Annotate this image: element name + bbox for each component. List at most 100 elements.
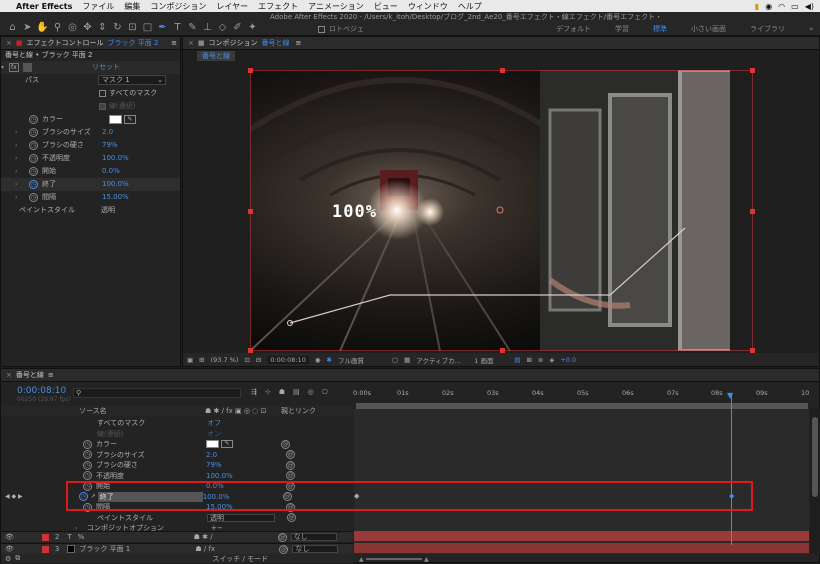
path-dropdown[interactable]: マスク 1 ⌄ (98, 75, 166, 86)
label-color-swatch[interactable] (41, 533, 49, 541)
timeline-search-input[interactable]: ⚲ (73, 388, 241, 398)
roi-icon[interactable]: ▢ (392, 356, 398, 364)
layer-name[interactable]: ブラック 平面 1 (79, 544, 195, 554)
menu-effect[interactable]: エフェクト (258, 1, 298, 12)
channel-icon[interactable]: ✱ (327, 356, 332, 364)
stopwatch-icon[interactable]: ◷ (83, 460, 92, 470)
shy-icon[interactable]: ☗ (279, 388, 285, 396)
safe-zone-icon[interactable]: ⊞ (199, 356, 204, 364)
wifi-icon[interactable]: ◠ (778, 2, 785, 11)
grid-icon[interactable]: ⊡ (244, 356, 249, 364)
stopwatch-icon[interactable]: ◷ (29, 127, 38, 137)
playhead[interactable] (731, 395, 732, 545)
camera-icon[interactable]: ◉ (315, 356, 321, 364)
handle-tl[interactable] (248, 68, 253, 73)
ec-value-end[interactable]: 100.0% (102, 180, 129, 188)
eyedropper-icon[interactable]: ✎ (124, 114, 136, 124)
flowchart-icon[interactable]: ⊛ (538, 356, 543, 364)
expression-pick-icon[interactable]: @ (286, 450, 295, 460)
shield-icon[interactable]: ▮ (755, 2, 759, 11)
ws-standard[interactable]: 標準 (653, 24, 667, 34)
time-ruler[interactable]: 0:00s 01s 02s 03s 04s 05s 06s 07s 08s 09… (353, 389, 815, 403)
ec-value-opacity[interactable]: 100.0% (102, 154, 129, 162)
graph-editor-icon[interactable]: ⎔ (322, 388, 328, 396)
scrollbar-thumb[interactable] (812, 417, 818, 497)
tl-value[interactable]: 2.0 (206, 451, 286, 459)
eraser-tool-icon[interactable]: ◇ (216, 22, 229, 33)
ec-value-start[interactable]: 0.0% (102, 167, 120, 175)
menu-view[interactable]: ビュー (374, 1, 398, 12)
parent-dropdown[interactable]: なし (292, 545, 339, 553)
stopwatch-icon[interactable]: ◷ (29, 114, 38, 124)
keyframe-nav-icon[interactable]: ◀ ◆ ▶ (5, 493, 23, 500)
layer-bounds[interactable] (248, 68, 755, 353)
expand-icon[interactable]: › (15, 194, 23, 201)
selection-tool-icon[interactable]: ➤ (21, 22, 34, 33)
ec-value-paint-style[interactable]: 透明 (101, 205, 115, 215)
tl-value[interactable]: 79% (206, 461, 286, 469)
comp-subtab[interactable]: 番号と線 (197, 51, 235, 61)
hand-tool-icon[interactable]: ✋ (36, 22, 49, 33)
expression-pick-icon[interactable]: @ (286, 471, 295, 481)
views-dropdown[interactable]: 1 画面 (474, 355, 508, 365)
menu-composition[interactable]: コンポジション (150, 1, 206, 12)
exposure-value[interactable]: +0.0 (560, 356, 576, 364)
menu-window[interactable]: ウィンドウ (408, 1, 448, 12)
stopwatch-icon[interactable]: ◷ (83, 439, 92, 449)
draft-3d-icon[interactable]: ⊹ (265, 388, 271, 396)
menu-layer[interactable]: レイヤー (216, 1, 248, 12)
tl-color-swatch[interactable] (206, 440, 219, 449)
stroke-seq-checkbox[interactable] (99, 102, 106, 110)
menu-help[interactable]: ヘルプ (458, 1, 482, 12)
col-source-name[interactable]: ソース名 (79, 406, 205, 416)
quality-dropdown[interactable]: フル画質 (338, 355, 386, 365)
camera-dropdown[interactable]: アクティブカ... (416, 355, 468, 365)
layer-bar-2[interactable] (354, 531, 809, 541)
stopwatch-active-icon[interactable]: ◷ (29, 179, 38, 189)
clone-tool-icon[interactable]: ⊥ (201, 22, 214, 33)
preview-icon[interactable]: ▣ (187, 356, 193, 364)
close-icon[interactable]: × (188, 39, 194, 47)
transparency-icon[interactable]: ▦ (404, 356, 410, 364)
ec-value-brush-size[interactable]: 2.0 (102, 128, 113, 136)
layer-row-2[interactable]: 👁 2 T % ☗ ✱ ∕ @ なし (1, 531, 353, 542)
handle-tm[interactable] (500, 68, 505, 73)
tl-value[interactable]: 100.0% (206, 472, 286, 480)
eyedropper-icon[interactable]: ✎ (221, 440, 233, 449)
rotate-tool-icon[interactable]: ↻ (111, 22, 124, 33)
layer-name[interactable]: % (78, 533, 194, 541)
stopwatch-icon[interactable]: ◷ (83, 471, 92, 481)
pan-tool-icon[interactable]: ✥ (81, 22, 94, 33)
zoom-slider[interactable]: ▲ ▲ (359, 555, 439, 563)
zoom-readout[interactable]: (93.7 %) (211, 356, 239, 364)
stopwatch-icon[interactable]: ◷ (29, 166, 38, 176)
menu-animation[interactable]: アニメーション (308, 1, 364, 12)
orbit-tool-icon[interactable]: ◎ (66, 22, 79, 33)
menu-app[interactable]: After Effects (16, 2, 72, 11)
effect-controls-tab[interactable]: × ■ エフェクトコントロール ブラック 平面 2 ≡ (1, 37, 180, 50)
ws-learn[interactable]: 学習 (615, 24, 629, 34)
pick-whip-icon[interactable]: @ (279, 544, 289, 554)
lock-icon[interactable]: ■ (16, 39, 23, 47)
layer-bar-3[interactable] (354, 543, 809, 553)
fx-icon[interactable]: fx (9, 62, 19, 72)
render-time-icon[interactable]: ⚙ (5, 555, 11, 563)
expand-icon[interactable]: › (15, 142, 23, 149)
menu-icon[interactable]: ≡ (48, 371, 54, 379)
layer-switches-icon[interactable]: ☗ ✱ ∕ (194, 533, 278, 541)
paint-style-dropdown[interactable]: 透明 (207, 513, 275, 522)
puppet-tool-icon[interactable]: ✦ (246, 22, 259, 33)
layout-icon[interactable]: ▤ (514, 356, 520, 364)
battery-icon[interactable]: ◉ (765, 2, 772, 11)
shape-tool-icon[interactable]: □ (141, 22, 154, 33)
ws-libraries[interactable]: ライブラリ (750, 24, 785, 34)
pen-tool-icon[interactable]: ✒ (156, 22, 169, 33)
stopwatch-icon[interactable]: ◷ (83, 450, 92, 460)
3d-icon[interactable]: ⊠ (526, 356, 531, 364)
handle-ml[interactable] (248, 209, 253, 214)
menu-icon[interactable]: ≡ (296, 39, 302, 47)
type-tool-icon[interactable]: T (171, 22, 184, 33)
anchor-tool-icon[interactable]: ⊡ (126, 22, 139, 33)
volume-icon[interactable]: ◀) (805, 2, 814, 11)
frame-blend-icon[interactable]: ▤ (293, 388, 300, 396)
